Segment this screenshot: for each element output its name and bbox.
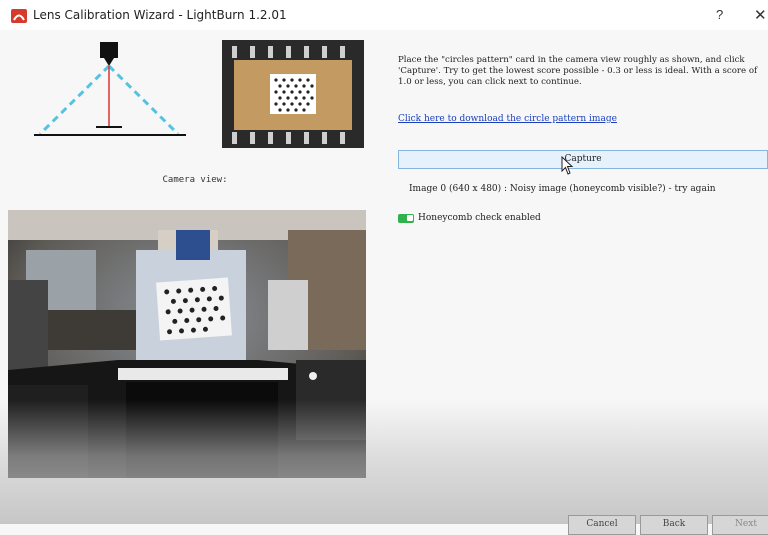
camera-view <box>8 210 366 478</box>
download-pattern-link[interactable]: Click here to download the circle patter… <box>398 114 617 124</box>
example-pattern-image <box>222 40 364 148</box>
next-button[interactable]: Next <box>712 515 768 535</box>
honeycomb-toggle-label: Honeycomb check enabled <box>418 213 541 223</box>
honeycomb-toggle[interactable] <box>398 214 414 223</box>
toggle-knob <box>407 215 413 221</box>
title-bar: Lens Calibration Wizard - LightBurn 1.2.… <box>0 0 768 30</box>
close-button[interactable]: ✕ <box>754 6 767 24</box>
mouse-cursor-icon <box>561 156 574 175</box>
back-button[interactable]: Back <box>640 515 708 535</box>
window-title: Lens Calibration Wizard - LightBurn 1.2.… <box>33 8 287 22</box>
camera-icon <box>100 42 118 58</box>
camera-setup-diagram <box>34 42 186 136</box>
instructions-text: Place the "circles pattern" card in the … <box>398 55 758 87</box>
cancel-button[interactable]: Cancel <box>568 515 636 535</box>
help-button[interactable]: ? <box>716 7 723 22</box>
camera-view-label: Camera view: <box>162 175 228 185</box>
capture-status: Image 0 (640 x 480) : Noisy image (honey… <box>409 184 716 194</box>
capture-button[interactable]: Capture <box>398 150 768 169</box>
lightburn-logo-icon <box>11 9 27 23</box>
